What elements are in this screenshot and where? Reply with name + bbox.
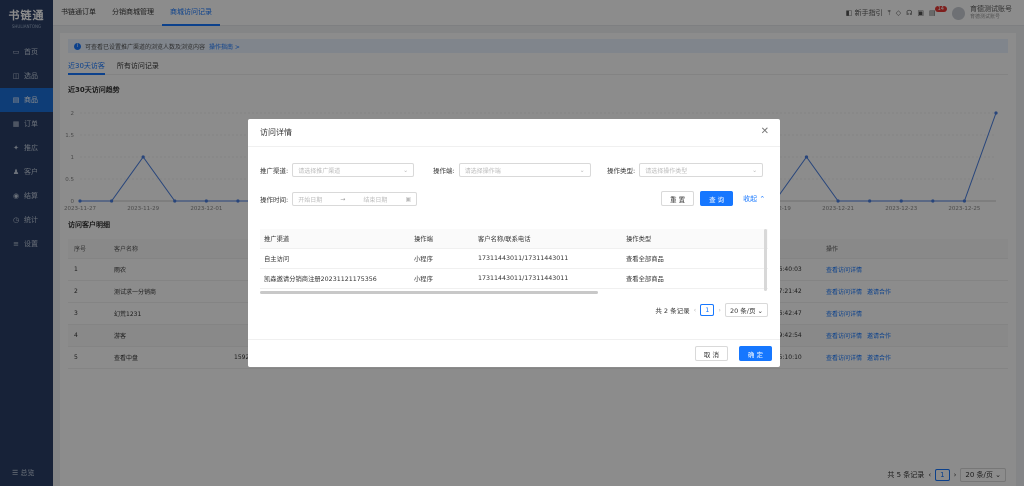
modal-table-cell: 凯森邀请分销商注册20231121175356 [264,276,377,283]
channel-label: 推广渠道: [260,167,289,175]
chevron-down-icon: ⌄ [403,166,409,174]
arrow-right-icon: → [340,195,346,203]
modal-column-header: 操作端 [414,236,433,243]
channel-select[interactable]: 请选择推广渠道 ⌄ [292,163,415,177]
cancel-button[interactable]: 取 消 [694,346,728,361]
start-date-placeholder: 开始日期 [298,196,323,204]
modal-page-number[interactable]: 1 [700,304,715,316]
modal-table-row[interactable]: 凯森邀请分销商注册20231121175356 小程序 17311443011/17… [260,269,768,289]
client-select[interactable]: 请选择操作端 ⌄ [458,163,591,177]
filter-type: 操作类型: 请选择操作类型 ⌄ [607,163,764,177]
modal-total-count: 共 2 条记录 [655,307,690,315]
collapse-label: 收起 [743,194,758,203]
modal-column-header: 推广渠道 [264,236,290,243]
prev-page-icon[interactable]: ‹ [694,306,697,314]
modal-table-body: 自主访问 小程序 17311443011/17311443011 查看全部商品 凯森邀请… [260,249,768,289]
type-label: 操作类型: [607,167,636,175]
modal-table: 推广渠道 操作端 客户名称/联系电话 操作类型 自主访问 小程序 17311443011/… [260,229,768,289]
end-date-placeholder: 结束日期 [363,196,388,204]
modal-table-cell: 17311443011/17311443011 [478,255,569,262]
close-icon[interactable]: ✕ [761,126,769,137]
modal-table-cell: 小程序 [414,256,433,263]
filter-actions: 重 置 查 询 收起 ⌃ [661,191,765,206]
chevron-down-icon: ⌄ [579,166,585,174]
modal-table-cell: 查看全部商品 [626,276,664,283]
modal-page-size-value: 20 条/页 [729,307,756,315]
calendar-icon: ▣ [405,195,412,203]
filter-client: 操作端: 请选择操作端 ⌄ [433,163,591,177]
date-range-picker[interactable]: 开始日期 → 结束日期 ▣ [292,192,418,206]
reset-button[interactable]: 重 置 [661,191,695,206]
chevron-up-icon: ⌃ [759,194,766,203]
modal-table-header: 推广渠道 操作端 客户名称/联系电话 操作类型 [260,229,768,249]
modal-page-size-select[interactable]: 20 条/页 ⌄ [724,303,768,317]
chevron-down-icon: ⌄ [752,166,758,174]
filter-time: 操作时间: 开始日期 → 结束日期 ▣ [260,192,418,206]
channel-placeholder: 请选择推广渠道 [298,167,341,175]
horizontal-scrollbar[interactable] [260,291,598,294]
collapse-link[interactable]: 收起 ⌃ [743,194,765,204]
modal-column-header: 客户名称/联系电话 [478,236,531,243]
type-placeholder: 请选择操作类型 [645,167,688,175]
query-button[interactable]: 查 询 [700,191,734,206]
visit-detail-modal: 访问详情 ✕ 推广渠道: 请选择推广渠道 ⌄ 操作端: 请选择操作端 ⌄ 操作类型:… [248,119,780,367]
modal-title: 访问详情 [248,119,780,147]
modal-footer: 取 消 确 定 [248,339,780,367]
modal-pagination: 共 2 条记录 ‹ 1 › 20 条/页 ⌄ [655,303,768,317]
modal-table-cell: 17311443011/17311443011 [478,275,569,282]
modal-table-cell: 小程序 [414,276,433,283]
client-placeholder: 请选择操作端 [464,167,501,175]
modal-table-cell: 查看全部商品 [626,256,664,263]
vertical-scrollbar[interactable] [764,229,767,291]
ok-button[interactable]: 确 定 [738,346,772,361]
next-page-icon[interactable]: › [718,306,721,314]
client-label: 操作端: [433,167,455,175]
modal-table-row[interactable]: 自主访问 小程序 17311443011/17311443011 查看全部商品 [260,249,768,269]
type-select[interactable]: 请选择操作类型 ⌄ [639,163,764,177]
modal-column-header: 操作类型 [626,236,652,243]
time-label: 操作时间: [260,196,289,204]
modal-table-cell: 自主访问 [264,256,290,263]
filter-channel: 推广渠道: 请选择推广渠道 ⌄ [260,163,415,177]
